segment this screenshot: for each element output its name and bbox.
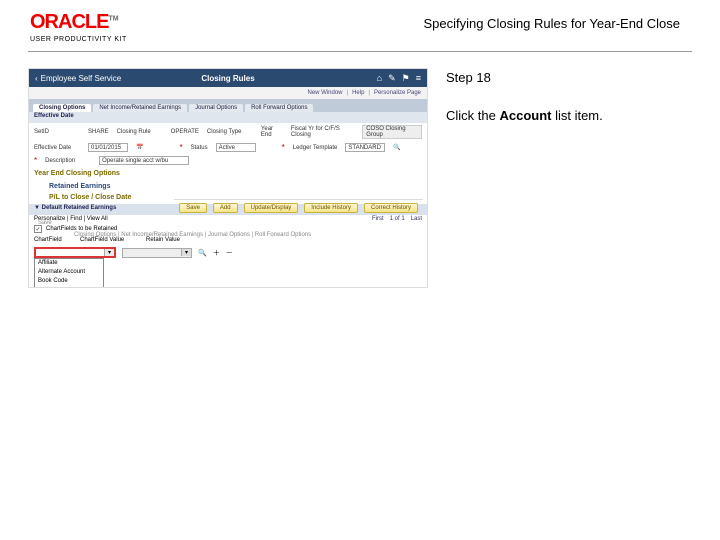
desc-field[interactable]: Operate single acct w/bu xyxy=(99,156,189,165)
app-topbar: ‹ Employee Self Service Closing Rules ⌂ … xyxy=(29,69,427,87)
toolbar-buttons: Save Add Update/Display Include History … xyxy=(174,199,423,216)
step-label: Step 18 xyxy=(446,68,603,88)
remove-row-icon[interactable]: － xyxy=(226,248,233,258)
menu-icon[interactable]: ≡ xyxy=(416,73,421,84)
dropdown-item[interactable]: Budget Reference xyxy=(35,286,103,288)
rule-label: Closing Rule xyxy=(117,129,163,135)
link-new-window[interactable]: New Window xyxy=(307,90,342,96)
product-name: USER PRODUCTIVITY KIT xyxy=(30,36,127,43)
add-button[interactable]: Add xyxy=(213,203,238,213)
app-sublinks: New Window Help Personalize Page xyxy=(29,87,427,99)
bottom-save: Save xyxy=(33,219,57,227)
tm-text: TM xyxy=(108,15,118,22)
footer-breadcrumb: Closing Options | Net Income/Retained Ea… xyxy=(69,231,316,239)
effdate-label: Effective Date xyxy=(34,145,80,151)
link-personalize[interactable]: Personalize Page xyxy=(368,90,421,96)
app-screenshot: ‹ Employee Self Service Closing Rules ⌂ … xyxy=(28,68,428,288)
save-button[interactable]: Save xyxy=(179,203,207,213)
section-ye-options: Year End Closing Options xyxy=(29,167,427,180)
setid-value: SHARE xyxy=(88,129,109,135)
ledger-label: Ledger Template xyxy=(293,145,338,151)
tab-closing-options[interactable]: Closing Options xyxy=(33,104,91,112)
tab-net-income[interactable]: Net Income/Retained Earnings xyxy=(93,104,187,112)
tab-journal-options[interactable]: Journal Options xyxy=(189,104,243,112)
brand-text: ORACLE xyxy=(30,11,108,33)
lookup-icon[interactable]: 🔍 xyxy=(198,249,207,257)
section-effective-date: Effective Date xyxy=(29,112,427,123)
chevron-down-icon[interactable]: ▾ xyxy=(104,249,114,256)
dropdown-item[interactable]: Book Code xyxy=(35,277,103,286)
chartfield-label: ChartField xyxy=(34,237,74,243)
chartfield-dropdown-list: AffiliateAlternate AccountBook CodeBudge… xyxy=(34,258,104,288)
app-tabs: Closing Options Net Income/Retained Earn… xyxy=(29,99,427,112)
instruction-panel: Step 18 Click the Account list item. xyxy=(446,68,603,288)
include-history-button[interactable]: Include History xyxy=(304,203,358,213)
dropdown-item[interactable]: Affiliate xyxy=(35,259,103,268)
desc-label: Description xyxy=(45,158,91,164)
type-value: Year End xyxy=(261,126,283,138)
tab-roll-forward[interactable]: Roll Forward Options xyxy=(245,104,313,112)
correct-history-button[interactable]: Correct History xyxy=(364,203,418,213)
nav-last[interactable]: Last xyxy=(411,216,422,222)
update-display-button[interactable]: Update/Display xyxy=(244,203,299,213)
cogo-label: Fiscal Yr for C/F/S Closing xyxy=(291,126,354,138)
instruction-text: Click the Account list item. xyxy=(446,106,603,126)
link-help[interactable]: Help xyxy=(347,90,365,96)
coso-badge[interactable]: COSO Closing Group xyxy=(362,125,422,139)
setid-label: SetID xyxy=(34,129,80,135)
app-title: Closing Rules xyxy=(201,74,254,83)
nav-count: 1 of 1 xyxy=(390,216,405,222)
type-label: Closing Type xyxy=(207,129,253,135)
rule-value: OPERATE xyxy=(171,129,199,135)
oracle-logo: ORACLETM xyxy=(30,12,127,32)
dropdown-item[interactable]: Alternate Account xyxy=(35,268,103,277)
status-field[interactable]: Active xyxy=(216,143,256,152)
divider xyxy=(28,51,692,52)
chartfield-dropdown[interactable]: ▾ AffiliateAlternate AccountBook CodeBud… xyxy=(34,247,116,258)
back-link[interactable]: ‹ Employee Self Service xyxy=(35,74,121,83)
add-row-icon[interactable]: ＋ xyxy=(213,248,220,258)
effdate-field[interactable]: 01/01/2015 xyxy=(88,143,128,152)
flag-icon[interactable]: ⚑ xyxy=(402,73,410,84)
wrench-icon[interactable]: ✎ xyxy=(388,73,396,84)
page-title: Specifying Closing Rules for Year-End Cl… xyxy=(423,16,680,31)
nav-first[interactable]: First xyxy=(372,216,384,222)
home-icon[interactable]: ⌂ xyxy=(377,73,382,84)
cf-value-field[interactable]: ▾ xyxy=(122,248,192,258)
ledger-field[interactable]: STANDARD xyxy=(345,143,385,152)
logo-block: ORACLETM USER PRODUCTIVITY KIT xyxy=(30,12,127,43)
status-label: Status xyxy=(191,145,208,151)
